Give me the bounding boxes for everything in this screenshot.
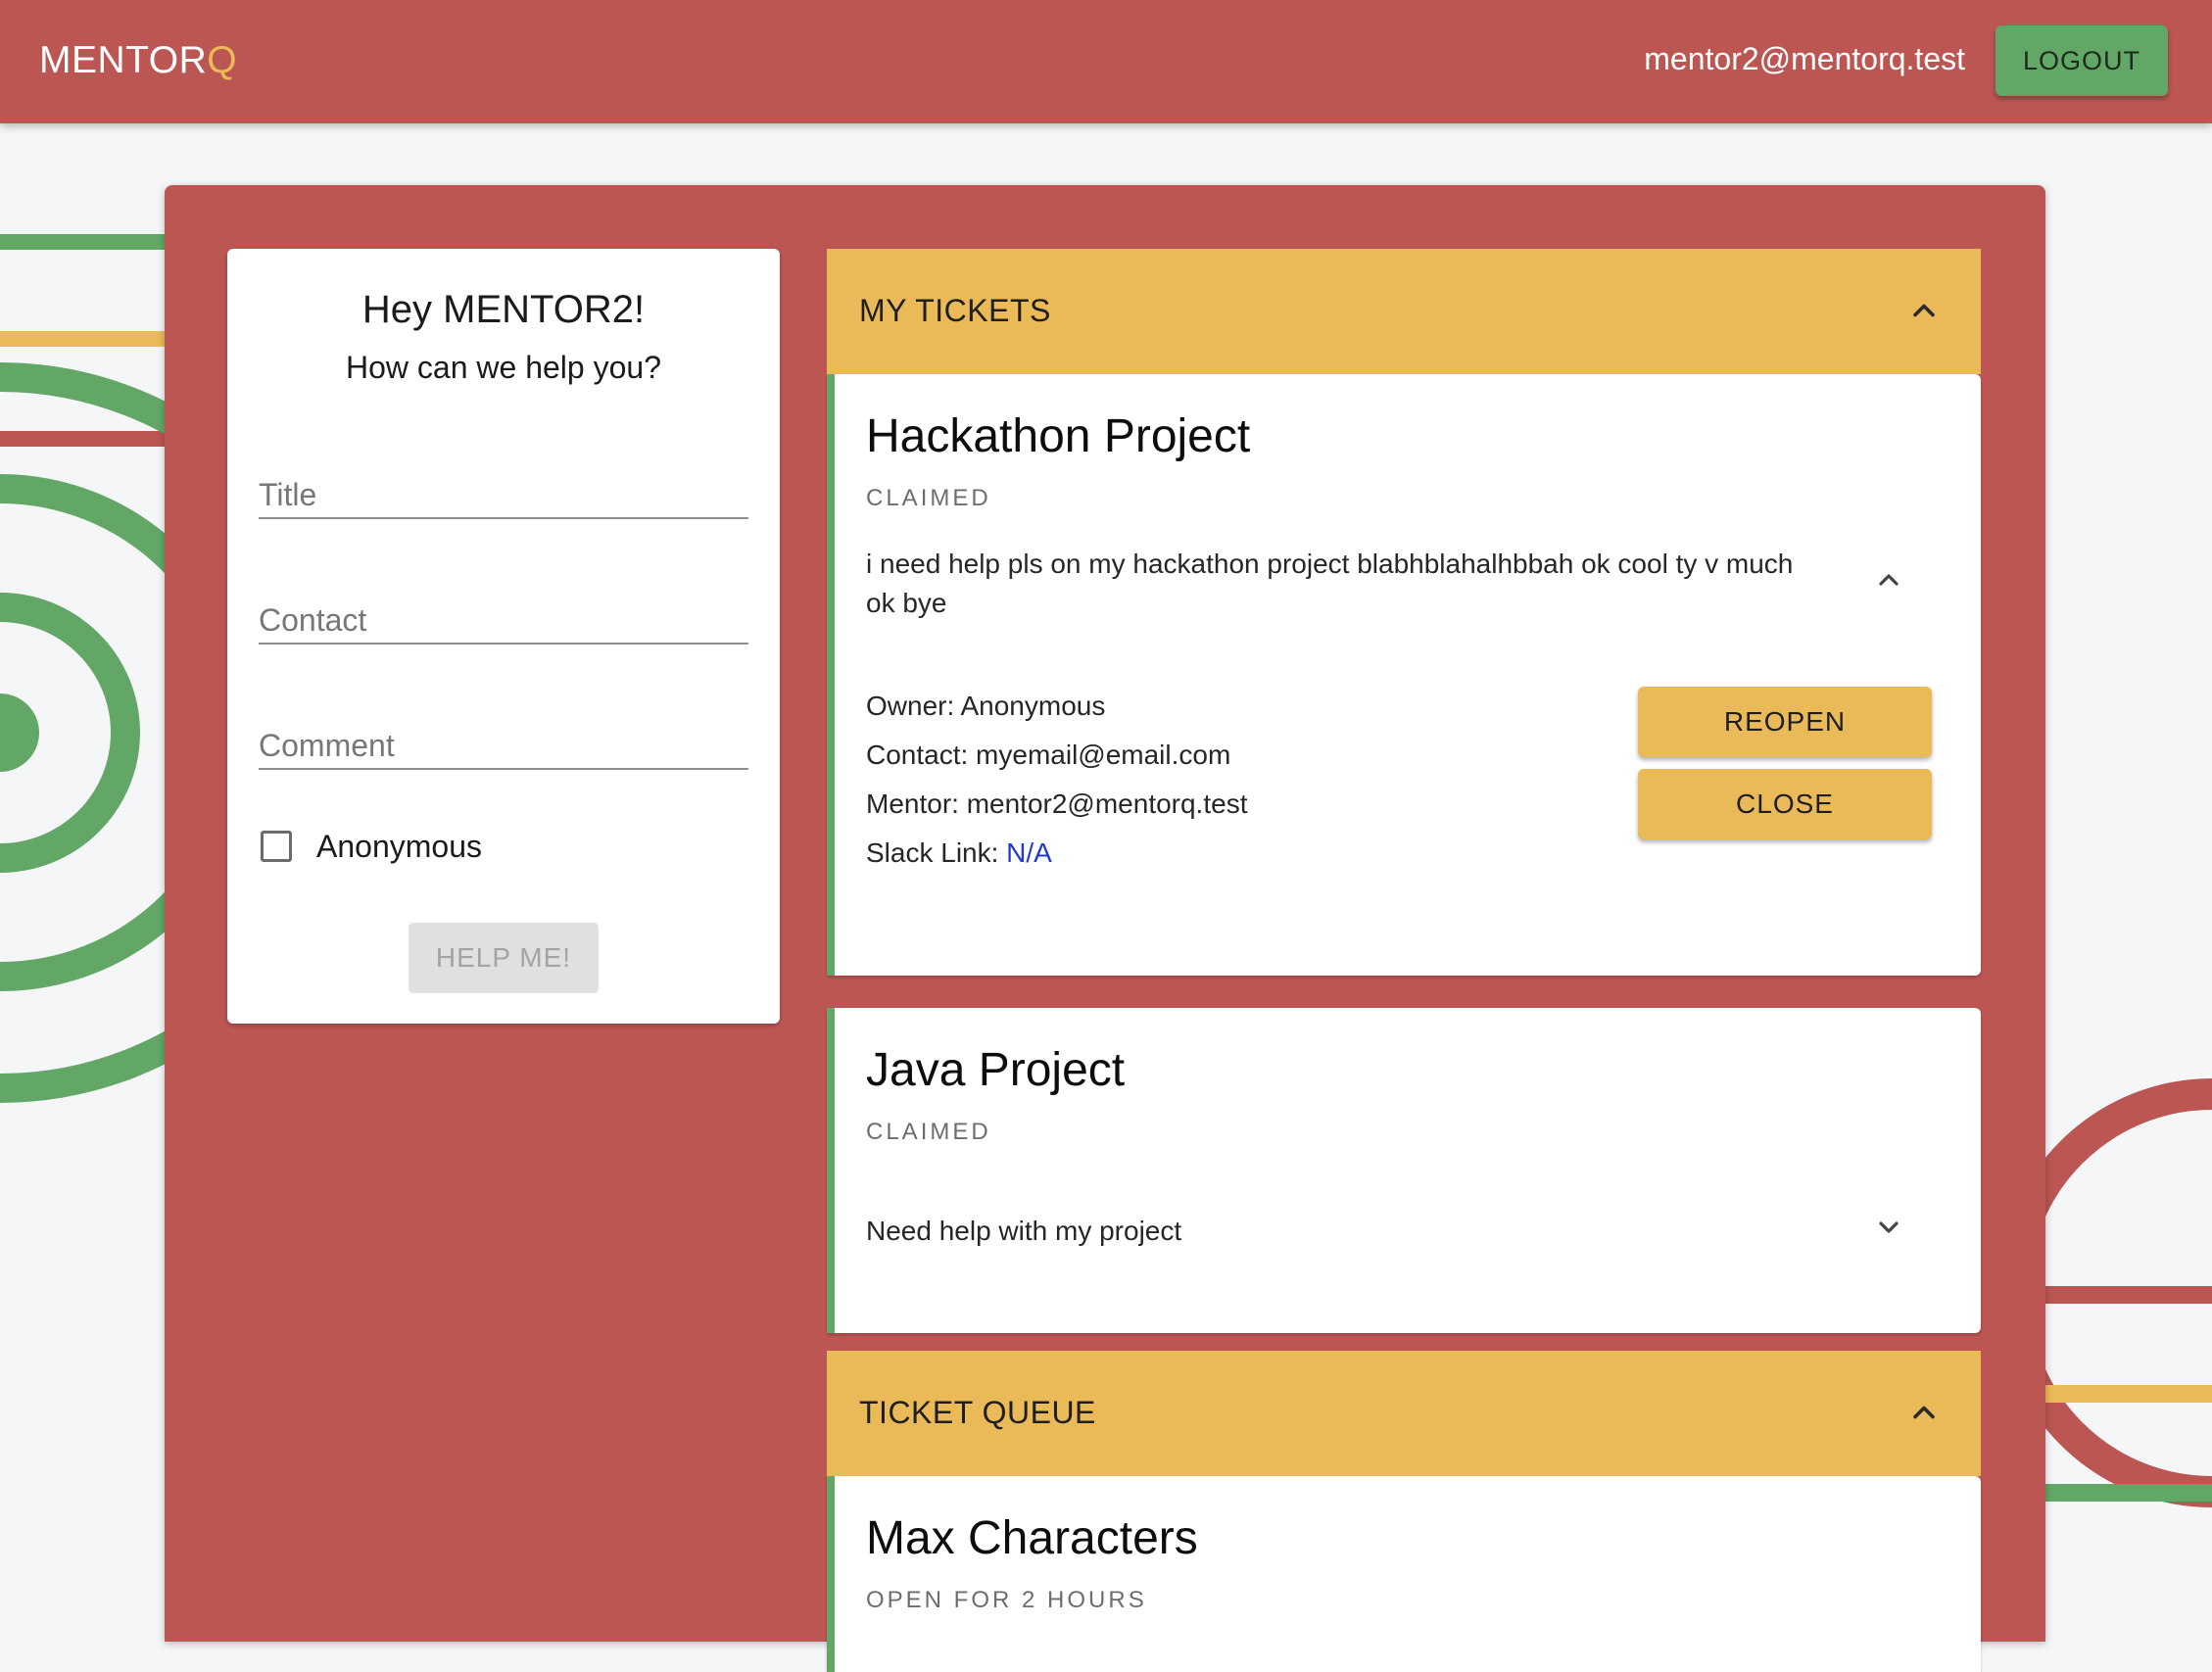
ticket-status: CLAIMED [866, 1119, 991, 1145]
logout-button[interactable]: LOGOUT [1996, 25, 2168, 96]
title-input[interactable] [259, 472, 748, 519]
chevron-up-icon[interactable] [1906, 1395, 1942, 1430]
brand-logo[interactable]: MENTORQ [39, 39, 237, 82]
ticket-title: Java Project [866, 1044, 1126, 1096]
ticket-title: Max Characters [866, 1512, 1198, 1564]
main-panel: Hey MENTOR2! How can we help you? Anonym… [165, 185, 2045, 1672]
queue-ticket-card: Max Characters OPEN FOR 2 HOURS [827, 1476, 1981, 1672]
checkbox-empty-icon[interactable] [261, 831, 292, 862]
chevron-up-icon[interactable] [1906, 293, 1942, 328]
ticket-title: Hackathon Project [866, 410, 1251, 462]
chevron-up-icon[interactable] [1873, 564, 1904, 596]
greeting-heading: Hey MENTOR2! [361, 288, 646, 331]
deco-stripe-green [0, 234, 176, 250]
brand-text: MENTOR [39, 39, 208, 81]
brand-accent-letter: Q [207, 39, 238, 81]
ticket-status: OPEN FOR 2 HOURS [866, 1587, 1147, 1613]
ticket-queue-header[interactable]: TICKET QUEUE [827, 1351, 1981, 1476]
deco-stripe-right-green [2038, 1484, 2212, 1502]
reopen-button[interactable]: REOPEN [1638, 687, 1932, 757]
deco-dot [0, 693, 39, 772]
ticket-status: CLAIMED [866, 485, 991, 511]
ticket-card: Hackathon Project CLAIMED i need help pl… [827, 374, 1981, 976]
comment-input[interactable] [259, 723, 748, 770]
ticket-description: i need help pls on my hackathon project … [866, 549, 1794, 618]
greeting-subtitle: How can we help you? [346, 350, 661, 385]
ticket-mentor: Mentor: mentor2@mentorq.test [866, 788, 1248, 819]
my-tickets-title: MY TICKETS [859, 293, 1051, 328]
top-app-bar: MENTORQ mentor2@mentorq.test LOGOUT [0, 0, 2212, 123]
ticket-slack: Slack Link: N/A [866, 837, 1052, 869]
anonymous-option[interactable]: Anonymous [261, 827, 482, 866]
help-request-card: Hey MENTOR2! How can we help you? Anonym… [227, 249, 780, 1024]
deco-stripe-yellow [0, 331, 176, 347]
current-user-email: mentor2@mentorq.test [1644, 41, 1965, 76]
my-tickets-header[interactable]: MY TICKETS [827, 249, 1981, 374]
contact-input[interactable] [259, 597, 748, 645]
chevron-down-icon[interactable] [1873, 1212, 1904, 1243]
deco-stripe-right-red [2038, 1286, 2212, 1304]
ticket-contact: Contact: myemail@email.com [866, 740, 1231, 770]
deco-stripe-right-yellow [2038, 1385, 2212, 1403]
slack-label: Slack Link: [866, 837, 1007, 868]
deco-stripe-red [0, 431, 176, 447]
ticket-description: Need help with my project [866, 1216, 1182, 1246]
slack-link[interactable]: N/A [1006, 837, 1052, 868]
help-me-button[interactable]: HELP ME! [409, 923, 599, 993]
anonymous-label[interactable]: Anonymous [316, 829, 482, 865]
ticket-owner: Owner: Anonymous [866, 691, 1106, 721]
close-button[interactable]: CLOSE [1638, 769, 1932, 839]
ticket-card: Java Project CLAIMED Need help with my p… [827, 1008, 1981, 1333]
ticket-queue-title: TICKET QUEUE [859, 1395, 1096, 1430]
